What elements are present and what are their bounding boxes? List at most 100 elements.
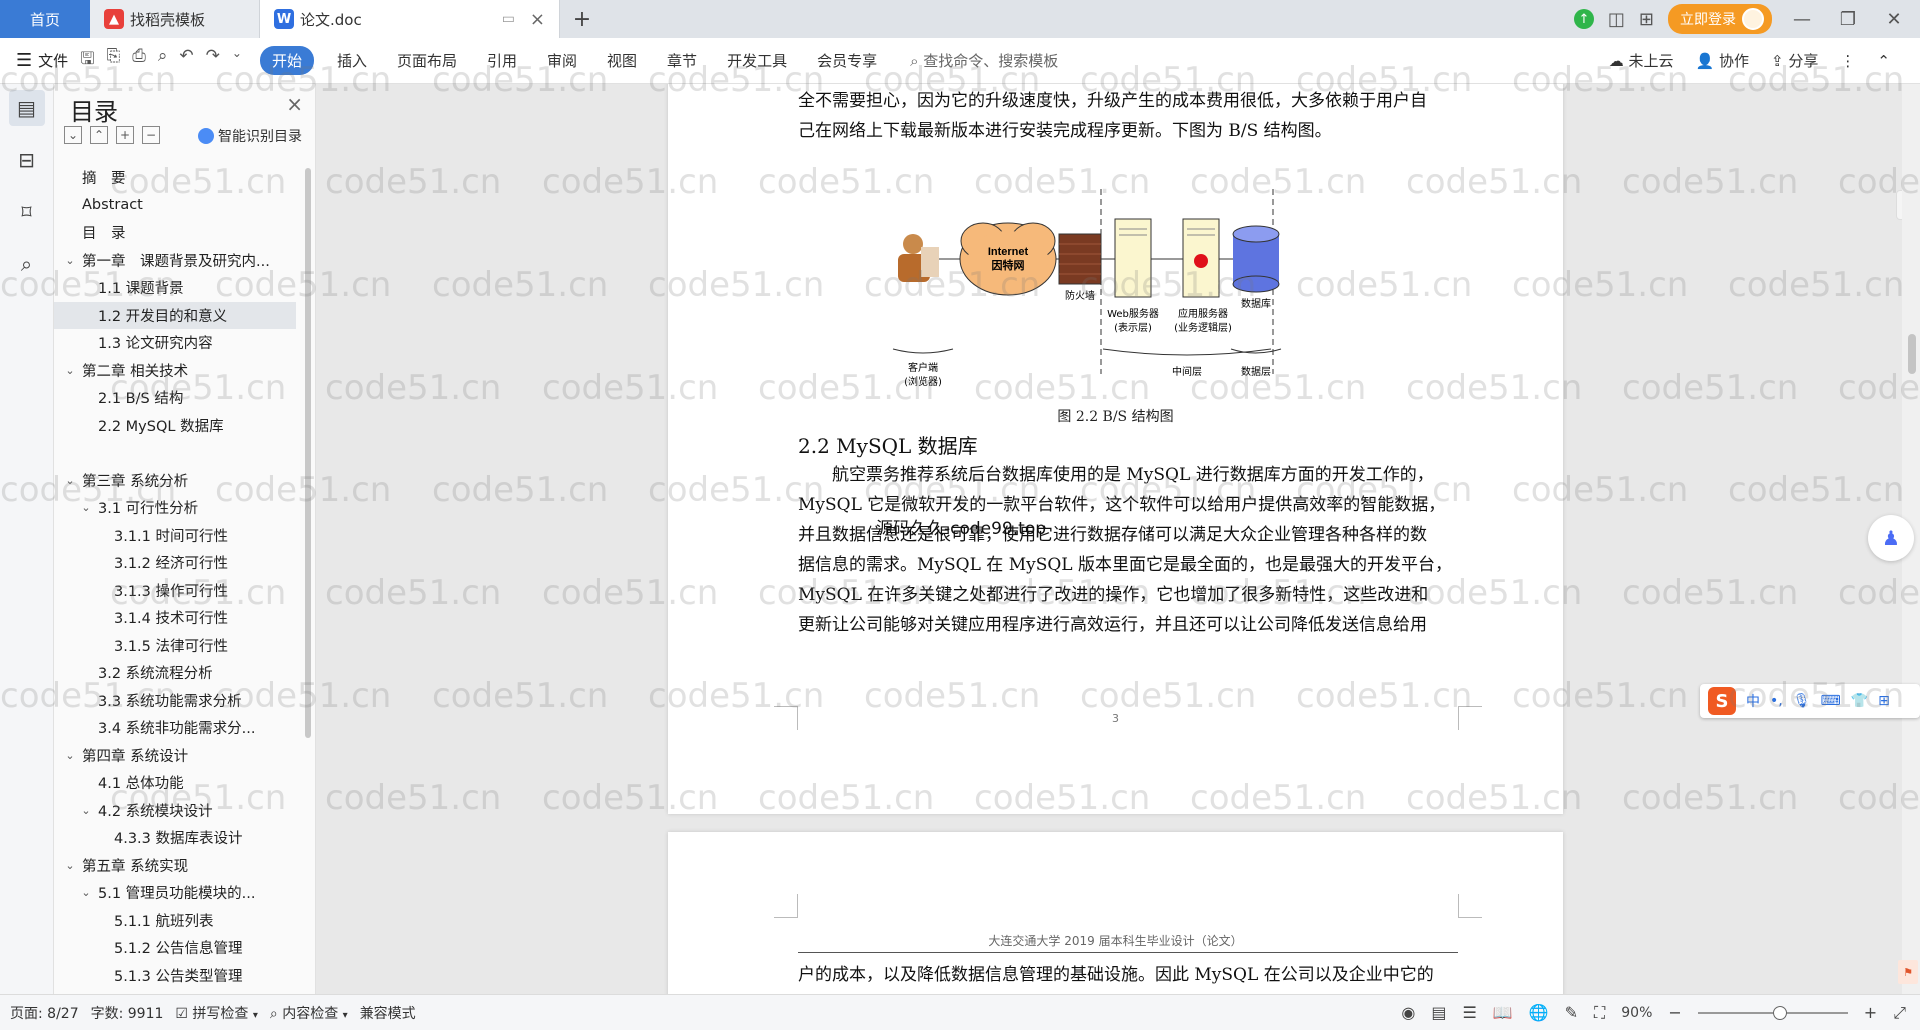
remove-level-icon[interactable]: − xyxy=(142,126,160,144)
save-icon[interactable]: 🖫 xyxy=(80,46,94,75)
toc-scrollbar[interactable] xyxy=(305,168,311,738)
cloud-button[interactable]: ☁ 未上云 xyxy=(1609,50,1674,71)
toc-item[interactable]: 目 录 xyxy=(54,219,296,247)
chevron-down-icon[interactable]: ⌄ xyxy=(78,501,94,514)
chevron-down-icon[interactable]: ⌄ xyxy=(78,804,94,817)
toc-item[interactable]: 3.2 系统流程分析 xyxy=(54,659,296,687)
menu-review[interactable]: 审阅 xyxy=(532,50,592,71)
menu-references[interactable]: 引用 xyxy=(472,50,532,71)
toc-item[interactable]: 2.1 B/S 结构 xyxy=(54,384,296,412)
toc-item[interactable]: Abstract xyxy=(54,192,296,220)
chevron-down-icon[interactable]: ⌄ xyxy=(62,749,78,762)
collapse-ribbon-icon[interactable]: ⌃ xyxy=(1877,52,1890,70)
zoom-knob[interactable] xyxy=(1772,1005,1787,1020)
menu-section[interactable]: 章节 xyxy=(652,50,712,71)
menu-file[interactable]: 文件 xyxy=(38,50,68,71)
add-level-icon[interactable]: + xyxy=(116,126,134,144)
keyboard-icon[interactable]: ⌨ xyxy=(1821,693,1841,709)
fit-page-icon[interactable]: ⛶ xyxy=(1594,1003,1605,1023)
document-area[interactable]: 全不需要担心，因为它的升级速度快，升级产生的成本费用很低，大多依赖于用户自 己在… xyxy=(316,84,1920,994)
toc-item[interactable]: 3.1.4 技术可行性 xyxy=(54,604,296,632)
microphone-icon[interactable]: 🎙 xyxy=(1793,693,1811,709)
ime-toolbar[interactable]: S 中 •, 🎙 ⌨ 👕 ⊞ xyxy=(1700,684,1920,718)
page-view-icon[interactable]: ▤ xyxy=(1431,1003,1446,1022)
toc-item[interactable]: ⌄ 第三章 系统分析 xyxy=(54,467,296,495)
toc-item[interactable] xyxy=(54,439,296,467)
bookmark-icon[interactable]: ⌑ xyxy=(9,194,45,230)
flag-icon[interactable]: ⚑ xyxy=(1898,960,1918,984)
menu-view[interactable]: 视图 xyxy=(592,50,652,71)
toc-item[interactable]: ⌄ 5.1 管理员功能模块的... xyxy=(54,879,296,907)
find-icon[interactable]: ⌕ xyxy=(9,246,45,282)
menu-layout[interactable]: 页面布局 xyxy=(382,50,472,71)
undo-icon[interactable]: ↶ xyxy=(179,46,193,75)
toc-item[interactable]: 1.1 课题背景 xyxy=(54,274,296,302)
command-search[interactable]: ⌕ 查找命令、搜索模板 xyxy=(910,50,1058,71)
toc-panel-icon[interactable]: ▤ xyxy=(8,90,45,126)
chevron-down-icon[interactable]: ⌄ xyxy=(62,859,78,872)
spell-check-button[interactable]: ☑ 拼写检查 ▾ xyxy=(175,1003,258,1023)
zoom-in-icon[interactable]: + xyxy=(1864,1003,1877,1022)
monitor-icon[interactable]: ▭ xyxy=(502,11,515,27)
read-view-icon[interactable]: 📖 xyxy=(1493,1003,1513,1022)
collab-button[interactable]: 👤 协作 xyxy=(1696,50,1749,71)
redo-icon[interactable]: ↷ xyxy=(206,46,220,75)
toc-item[interactable]: ⌄ 4.2 系统模块设计 xyxy=(54,797,296,825)
toc-item[interactable]: 3.4 系统非功能需求分... xyxy=(54,714,296,742)
menu-developer[interactable]: 开发工具 xyxy=(712,50,802,71)
collapse-up-icon[interactable]: ⌃ xyxy=(90,126,108,144)
punctuation-icon[interactable]: •, xyxy=(1770,693,1783,709)
zoom-slider[interactable] xyxy=(1697,1005,1848,1020)
assistant-icon[interactable]: ♟ xyxy=(1868,515,1914,561)
toc-item[interactable]: 3.3 系统功能需求分析 xyxy=(54,687,296,715)
toc-item[interactable]: 3.1.1 时间可行性 xyxy=(54,522,296,550)
tab-document[interactable]: W 论文.doc ▭ × xyxy=(260,0,560,38)
grid-icon[interactable]: ⊞ xyxy=(1639,9,1654,30)
toc-item[interactable]: ⌄ 3.1 可行性分析 xyxy=(54,494,296,522)
menu-member[interactable]: 会员专享 xyxy=(802,50,892,71)
toc-item[interactable]: ⌄ 第二章 相关技术 xyxy=(54,357,296,385)
toc-item[interactable]: ⌄ 第五章 系统实现 xyxy=(54,852,296,880)
apps-icon[interactable]: ⊞ xyxy=(1878,693,1890,709)
skin-icon[interactable]: 👕 xyxy=(1851,693,1868,709)
ime-mode[interactable]: 中 xyxy=(1746,691,1760,711)
toc-item[interactable]: 1.2 开发目的和意义 xyxy=(54,301,296,329)
new-tab-button[interactable]: + xyxy=(560,0,604,38)
close-window-icon[interactable]: ✕ xyxy=(1878,9,1910,30)
word-count[interactable]: 字数: 9911 xyxy=(91,1003,164,1023)
toc-item[interactable]: ⌄ 第四章 系统设计 xyxy=(54,742,296,770)
toc-item[interactable]: 5.1.1 航班列表 xyxy=(54,907,296,935)
chevron-down-icon[interactable]: ⌄ xyxy=(62,254,78,267)
menu-start[interactable]: 开始 xyxy=(259,46,314,75)
tab-home[interactable]: 首页 xyxy=(0,0,90,38)
toc-item[interactable]: 4.1 总体功能 xyxy=(54,769,296,797)
write-view-icon[interactable]: ✎ xyxy=(1565,1003,1578,1022)
zoom-out-icon[interactable]: − xyxy=(1668,1003,1681,1022)
preview-icon[interactable]: ⌕ xyxy=(158,46,168,75)
share-button[interactable]: ⇪ 分享 xyxy=(1771,50,1818,71)
eye-protection-icon[interactable]: ◉ xyxy=(1401,1003,1415,1022)
close-tab-icon[interactable]: × xyxy=(530,9,545,30)
toc-item[interactable]: 3.1.2 经济可行性 xyxy=(54,549,296,577)
expand-down-icon[interactable]: ⌄ xyxy=(64,126,82,144)
export-icon[interactable]: ⎘ xyxy=(107,46,121,75)
layout-icon[interactable]: ◫ xyxy=(1608,9,1625,30)
chevron-down-icon[interactable]: ⌄ xyxy=(232,46,242,75)
web-view-icon[interactable]: 🌐 xyxy=(1529,1003,1549,1022)
login-button[interactable]: 立即登录 xyxy=(1668,4,1772,34)
toc-item[interactable]: 5.1.2 公告信息管理 xyxy=(54,934,296,962)
chevron-down-icon[interactable]: ⌄ xyxy=(78,886,94,899)
zoom-level[interactable]: 90% xyxy=(1621,1005,1652,1021)
document-page-2[interactable]: 大连交通大学 2019 届本科生毕业设计（论文） 户的成本，以及降低数据信息管理… xyxy=(668,832,1563,994)
expand-icon[interactable]: ⤢ xyxy=(1893,1003,1906,1023)
toc-item[interactable]: 3.1.3 操作可行性 xyxy=(54,577,296,605)
minimize-icon[interactable]: — xyxy=(1786,9,1818,30)
toc-item[interactable]: 摘 要 xyxy=(54,164,296,192)
smart-toc-button[interactable]: 智能识别目录 xyxy=(198,126,302,146)
content-check-button[interactable]: ⌕ 内容检查 ▾ xyxy=(270,1003,348,1023)
chevron-down-icon[interactable]: ⌄ xyxy=(62,364,78,377)
scroll-thumb[interactable] xyxy=(1908,334,1916,374)
toc-item[interactable]: 1.3 论文研究内容 xyxy=(54,329,296,357)
hamburger-icon[interactable]: ☰ xyxy=(16,50,32,71)
chevron-down-icon[interactable]: ⌄ xyxy=(62,474,78,487)
